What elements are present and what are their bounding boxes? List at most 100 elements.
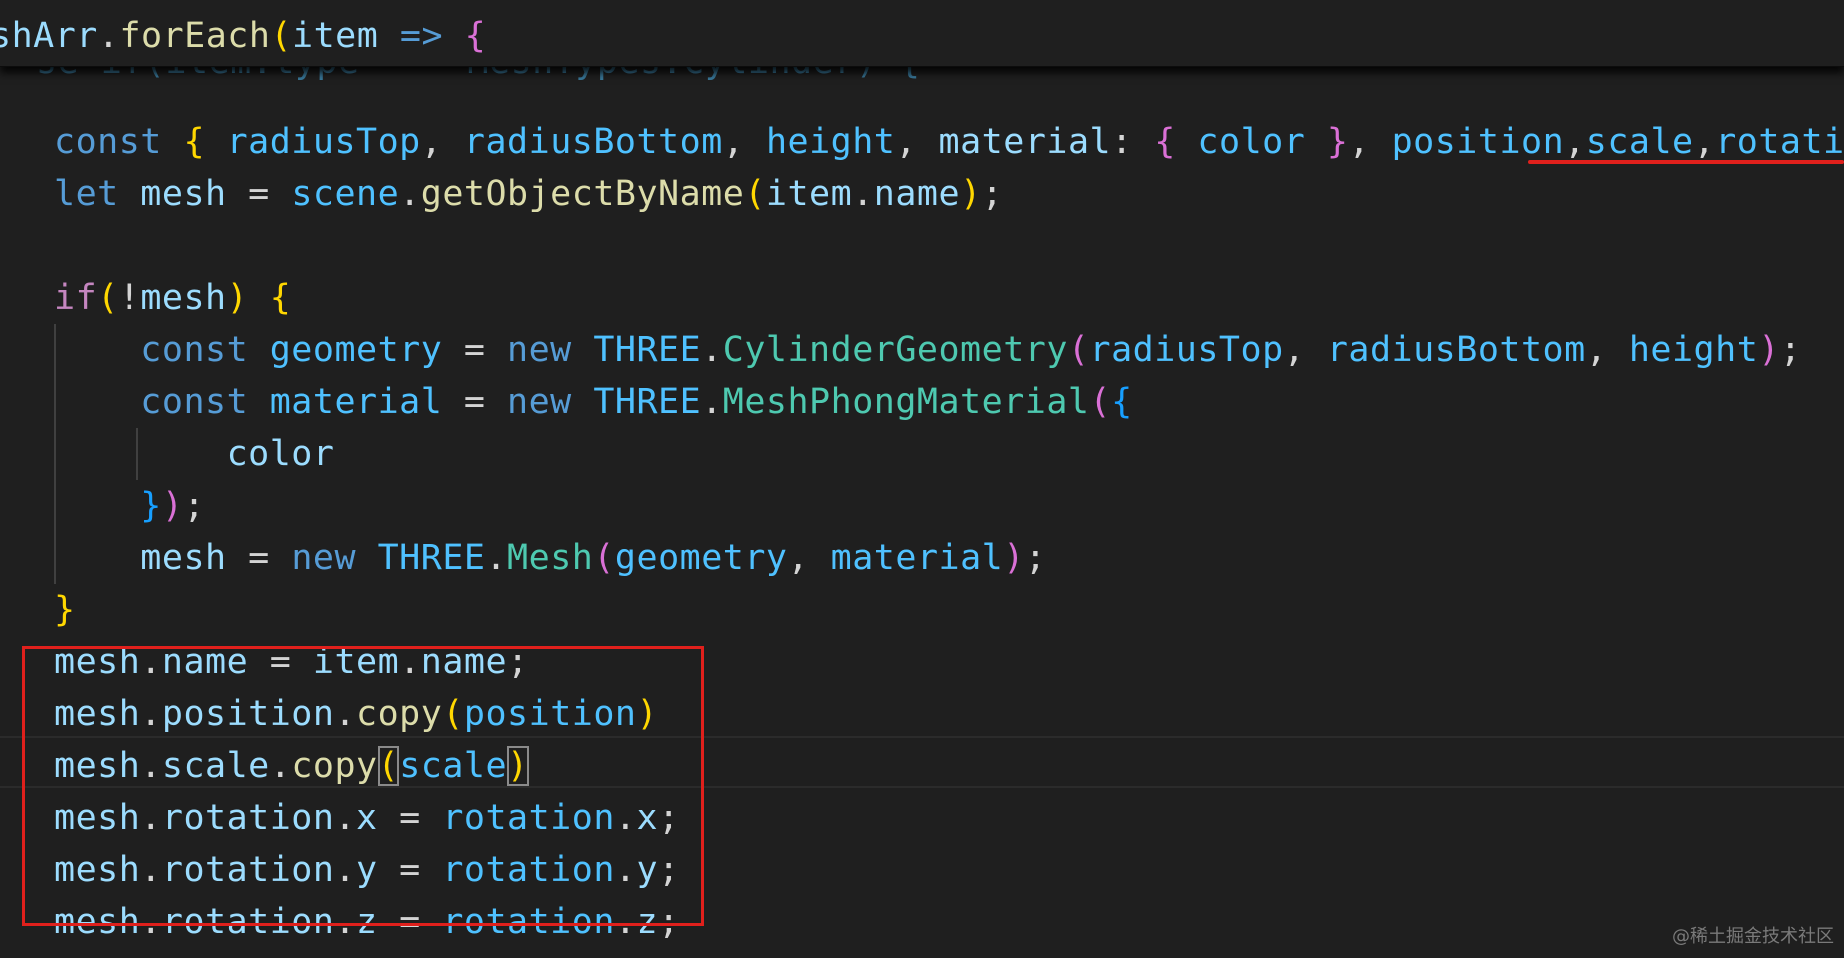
code-token: ! — [118, 278, 141, 318]
code-token: ( — [270, 16, 293, 56]
code-token: . — [701, 382, 723, 422]
code-token: = — [226, 538, 292, 578]
code-token: MeshPhongMaterial — [722, 382, 1090, 422]
code-token: , — [787, 538, 831, 578]
code-token: . — [97, 16, 120, 56]
code-token: ) — [356, 954, 378, 958]
code-line[interactable]: let mesh = scene.getObjectByName(item.na… — [54, 168, 1003, 220]
code-token: mesh — [140, 174, 227, 214]
code-token: let — [54, 174, 119, 214]
code-token: . — [701, 330, 723, 370]
code-token: position — [1391, 122, 1565, 162]
code-token: : — [1111, 122, 1155, 162]
code-token: ; — [1024, 538, 1047, 578]
code-token: name — [873, 174, 961, 214]
code-token: } — [54, 590, 76, 630]
code-token: { — [464, 16, 487, 56]
annotation-underline — [1528, 160, 1844, 164]
watermark: @稀土掘金技术社区 — [1672, 926, 1834, 947]
code-token: , — [1348, 122, 1392, 162]
code-token: ( — [744, 174, 766, 214]
code-line[interactable]: mesh = new THREE.Mesh(geometry, material… — [54, 532, 1046, 584]
sticky-code-line[interactable]: shArr.forEach(item => { — [0, 10, 486, 62]
code-token: { — [1111, 382, 1133, 422]
code-token: { — [183, 122, 206, 162]
code-token: ( — [248, 954, 270, 958]
code-token: , — [1585, 330, 1629, 370]
code-token: ( — [97, 278, 119, 318]
code-token: } — [1326, 122, 1349, 162]
code-token: , — [1693, 122, 1716, 162]
code-token: mesh — [270, 954, 356, 958]
code-token: ; — [378, 954, 400, 958]
code-token: const — [140, 330, 249, 370]
code-token: , — [1283, 330, 1327, 370]
code-token: geometry — [269, 330, 443, 370]
code-token: geometry — [614, 538, 788, 578]
code-token: } — [140, 486, 162, 526]
code-token: ) — [161, 486, 184, 526]
code-token: const — [140, 382, 249, 422]
code-token: { — [269, 278, 292, 318]
annotation-box — [22, 646, 704, 926]
code-editor[interactable]: shArr.forEach(item => { se if(item.type … — [0, 0, 1844, 958]
sticky-scroll-header[interactable]: shArr.forEach(item => { — [0, 0, 1844, 67]
code-line[interactable]: scene.add(mesh); — [54, 948, 399, 958]
code-token: const — [54, 122, 162, 162]
code-token: = — [226, 174, 292, 214]
code-token: material — [830, 538, 1004, 578]
code-token: new — [507, 330, 572, 370]
code-token: radiusBottom — [1326, 330, 1586, 370]
code-token: THREE — [593, 330, 702, 370]
code-token: ; — [1779, 330, 1802, 370]
code-token: shArr — [0, 16, 98, 56]
code-token: item — [292, 16, 379, 56]
code-token: ) — [226, 278, 249, 318]
code-line[interactable]: const material = new THREE.MeshPhongMate… — [54, 376, 1133, 428]
code-token: ) — [960, 174, 982, 214]
code-line[interactable]: } — [54, 584, 76, 636]
code-token: forEach — [119, 16, 271, 56]
code-token: ) — [1003, 538, 1025, 578]
code-line[interactable]: }); — [54, 480, 205, 532]
code-line[interactable]: if(!mesh) { — [54, 272, 291, 324]
code-token: => — [399, 16, 444, 56]
code-token: radiusBottom — [463, 122, 723, 162]
code-token: scene — [291, 174, 400, 214]
code-token: color — [226, 434, 335, 474]
code-token: color — [1197, 122, 1306, 162]
code-token: THREE — [377, 538, 486, 578]
code-token: if — [54, 278, 98, 318]
code-token: . — [399, 174, 421, 214]
code-token: . — [162, 954, 184, 958]
code-token: new — [291, 538, 357, 578]
code-token: radiusTop — [226, 122, 421, 162]
code-line[interactable]: color — [54, 428, 334, 480]
code-token: ; — [981, 174, 1004, 214]
code-token: THREE — [593, 382, 702, 422]
code-token: , — [1564, 122, 1586, 162]
code-token: new — [507, 382, 572, 422]
code-line[interactable]: const geometry = new THREE.CylinderGeome… — [54, 324, 1801, 376]
code-token: material — [938, 122, 1112, 162]
code-token: , — [895, 122, 939, 162]
code-token: , — [722, 122, 766, 162]
code-token: = — [442, 382, 508, 422]
code-token: ; — [183, 486, 206, 526]
code-token: { — [1154, 122, 1176, 162]
